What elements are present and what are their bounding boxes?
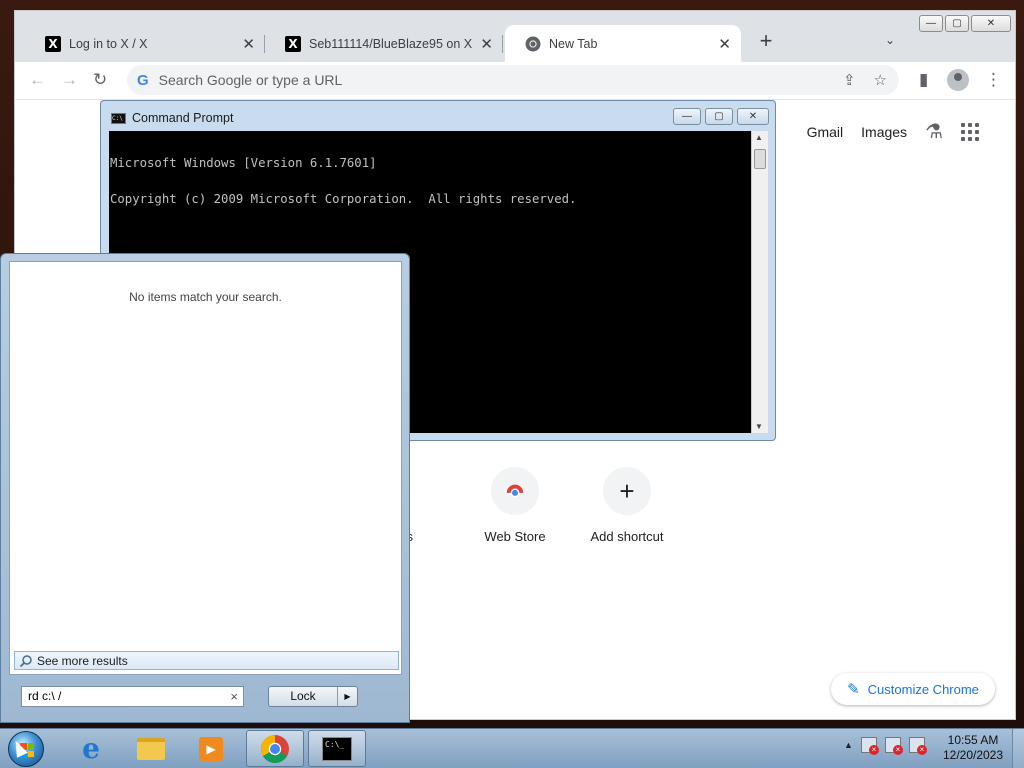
tab-search-chevron-icon[interactable]: ⌄ [885,33,895,47]
no-results-message: No items match your search. [129,290,282,304]
omnibox[interactable]: G Search Google or type a URL ⇪ ☆ [127,65,899,95]
see-more-label: See more results [37,653,128,668]
forward-arrow-icon[interactable]: → [61,70,78,90]
tab-strip: X Log in to X / X ✕ X Seb111114/BlueBlaz… [15,11,1015,62]
internet-explorer-icon: e [82,732,100,765]
tab-title: New Tab [549,36,598,51]
start-menu: No items match your search. See more res… [0,253,410,723]
cmd-window-controls: — ▢ ✕ [673,108,769,125]
shutdown-options-arrow-icon[interactable]: ▶ [337,687,357,706]
x-logo-icon: X [45,35,61,52]
system-tray: ▲ × × × [844,737,927,755]
minimize-button[interactable]: — [919,15,943,32]
omnibox-placeholder: Search Google or type a URL [158,72,343,88]
cmd-title: Command Prompt [132,111,234,125]
shortcut-add[interactable]: + Add shortcut [572,467,682,544]
clear-search-icon[interactable]: × [230,687,238,706]
cmd-title-bar[interactable]: C:\ Command Prompt [111,111,233,125]
customize-chrome-label: Customize Chrome [867,681,979,697]
gmail-link[interactable]: Gmail [807,124,844,140]
new-tab-button[interactable]: + [753,29,779,55]
tab-x-post[interactable]: X Seb111114/BlueBlaze95 on X: "LI ✕ [265,25,503,62]
add-shortcut-plus-icon: + [603,467,651,515]
scroll-down-arrow-icon[interactable]: ▼ [755,422,763,431]
show-hidden-icons-arrow-icon[interactable]: ▲ [844,740,853,750]
search-input-value: rd c:\ / [28,689,62,703]
cmd-minimize-button[interactable]: — [673,108,701,125]
search-results-panel: No items match your search. See more res… [9,261,402,675]
web-store-icon [491,467,539,515]
taskbar-internet-explorer[interactable]: e [62,730,120,767]
scroll-up-arrow-icon[interactable]: ▲ [755,133,763,142]
volume-muted-icon[interactable]: × [908,737,927,755]
back-arrow-icon[interactable]: ← [29,70,46,90]
profile-avatar-icon[interactable] [947,69,969,91]
action-center-flag-icon[interactable]: × [860,737,879,755]
taskbar-chrome[interactable] [246,730,304,767]
google-g-icon: G [137,71,149,89]
chrome-icon [525,36,541,51]
clock-time: 10:55 AM [947,733,999,747]
cmd-line: Copyright (c) 2009 Microsoft Corporation… [110,192,577,206]
tab-new-tab[interactable]: New Tab ✕ [505,25,741,62]
share-icon[interactable]: ⇪ [843,71,856,89]
pencil-icon: ✎ [847,681,860,698]
tab-close-icon[interactable]: ✕ [242,35,255,53]
x-logo-icon: X [285,35,301,52]
google-apps-icon[interactable] [961,122,979,141]
cmd-line: Microsoft Windows [Version 6.1.7601] [110,156,377,170]
taskbar: e ▶ C:\_ ▲ × × × 10:55 AM 12/20/2023 [0,728,1024,768]
start-search-input[interactable]: rd c:\ / × [21,686,244,707]
network-icon[interactable]: × [884,737,903,755]
shortcut-label: Web Store [484,529,546,544]
tab-title: Log in to X / X [69,36,148,51]
close-button[interactable]: ✕ [971,15,1011,32]
cmd-scrollbar[interactable]: ▲ ▼ [751,131,768,433]
clock-date: 12/20/2023 [942,748,1004,762]
magnifier-icon [19,654,32,667]
tab-x-login[interactable]: X Log in to X / X ✕ [25,25,265,62]
tab-title: Seb111114/BlueBlaze95 on X: "LI [309,36,473,51]
show-desktop-button[interactable] [1012,729,1024,768]
chrome-icon [261,734,289,763]
cmd-close-button[interactable]: ✕ [737,108,769,125]
tab-close-icon[interactable]: ✕ [718,35,731,53]
chrome-toolbar: ← → ↻ G Search Google or type a URL ⇪ ☆ … [15,62,1015,100]
labs-flask-icon[interactable]: ⚗ [925,119,943,144]
taskbar-clock[interactable]: 10:55 AM 12/20/2023 [938,733,1008,763]
shortcut-label: Add shortcut [590,529,664,544]
taskbar-explorer[interactable] [122,730,180,767]
lock-button: Lock ▶ [268,686,358,707]
ntp-top-links: Gmail Images ⚗ [807,119,979,144]
side-panel-icon[interactable]: ▮ [919,70,928,90]
command-prompt-icon: C:\_ [322,736,352,761]
shortcut-web-store[interactable]: Web Store [460,467,570,544]
lock-label[interactable]: Lock [269,687,337,706]
folder-icon [137,737,165,760]
customize-chrome-button[interactable]: ✎ Customize Chrome [831,673,995,705]
media-player-icon: ▶ [199,736,223,761]
chrome-menu-icon[interactable]: ⋮ [985,70,1002,90]
taskbar-media-player[interactable]: ▶ [182,730,240,767]
cmd-window-icon: C:\ [111,112,126,124]
reload-icon[interactable]: ↻ [93,70,107,90]
maximize-button[interactable]: ▢ [945,15,969,32]
tab-close-icon[interactable]: ✕ [480,35,493,53]
scroll-thumb[interactable] [754,149,766,169]
images-link[interactable]: Images [861,124,907,140]
bookmark-star-icon[interactable]: ☆ [874,71,887,89]
see-more-results-link[interactable]: See more results [14,651,399,670]
cmd-maximize-button[interactable]: ▢ [705,108,733,125]
chrome-window-controls: — ▢ ✕ [919,15,1011,32]
taskbar-command-prompt[interactable]: C:\_ [308,730,366,767]
